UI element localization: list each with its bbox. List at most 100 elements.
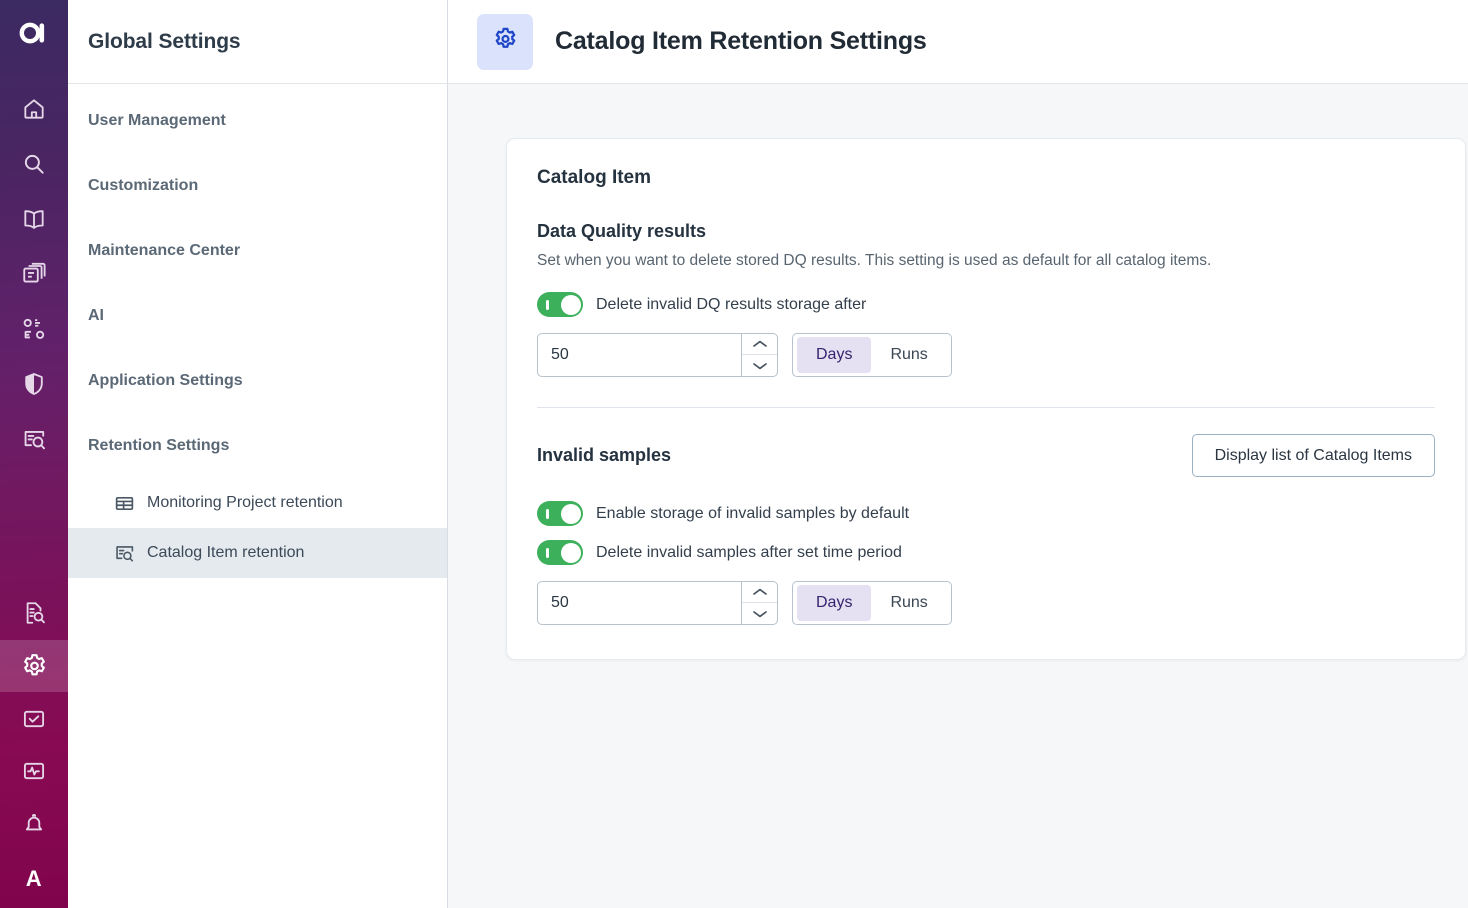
page-content: Catalog Item Data Quality results Set wh… — [448, 84, 1468, 908]
invalid-samples-header: Invalid samples Display list of Catalog … — [537, 434, 1435, 477]
checkbox-icon — [21, 706, 47, 732]
sidebar-item-maintenance-center[interactable]: Maintenance Center — [68, 218, 447, 283]
shield-icon — [21, 371, 47, 397]
toggle-knob — [561, 504, 581, 524]
toggle-on-bar — [546, 548, 549, 558]
sidebar-item-label: AI — [88, 307, 104, 325]
sidebar-item-monitoring-project-retention[interactable]: Monitoring Project retention — [68, 478, 447, 528]
gear-icon — [492, 26, 519, 58]
dq-delete-toggle-label: Delete invalid DQ results storage after — [596, 296, 866, 314]
invalid-samples-delete-toggle[interactable] — [537, 540, 583, 565]
eq-search-icon — [114, 543, 135, 564]
section-divider — [537, 407, 1435, 408]
sidebar-item-ai[interactable]: AI — [68, 283, 447, 348]
invalid-samples-section: Invalid samples Display list of Catalog … — [537, 434, 1435, 625]
sidebar-item-user-management[interactable]: User Management — [68, 88, 447, 153]
data-model-icon — [21, 316, 47, 342]
retention-settings-card: Catalog Item Data Quality results Set wh… — [506, 138, 1466, 660]
page-header: Catalog Item Retention Settings — [448, 0, 1468, 84]
sidebar-sub-item-label: Monitoring Project retention — [147, 494, 343, 512]
settings-sidebar: Global Settings User Management Customiz… — [68, 0, 448, 908]
rail-item-glossary[interactable] — [0, 191, 68, 246]
section-description-dq: Set when you want to delete stored DQ re… — [537, 252, 1435, 270]
invalid-samples-enable-toggle-row: Enable storage of invalid samples by def… — [537, 501, 1435, 526]
sidebar-item-label: Application Settings — [88, 372, 243, 390]
sidebar-item-customization[interactable]: Customization — [68, 153, 447, 218]
card-title: Catalog Item — [537, 167, 1435, 189]
dq-unit-option-runs[interactable]: Runs — [871, 337, 946, 373]
rail-item-security[interactable] — [0, 356, 68, 411]
sidebar-item-catalog-item-retention[interactable]: Catalog Item retention — [68, 528, 447, 578]
section-title-dq: Data Quality results — [537, 221, 1435, 242]
toggle-on-bar — [546, 509, 549, 519]
rail-icon-list — [0, 65, 68, 466]
table-icon — [114, 493, 135, 514]
main-area: Catalog Item Retention Settings Catalog … — [448, 0, 1468, 908]
dq-delete-toggle-row: Delete invalid DQ results storage after — [537, 292, 1435, 317]
invalid-samples-unit-option-days[interactable]: Days — [797, 585, 871, 621]
sidebar-item-retention-settings[interactable]: Retention Settings — [68, 413, 447, 478]
dq-unit-segmented-control: Days Runs — [792, 333, 952, 377]
sidebar-item-label: User Management — [88, 112, 226, 130]
dq-stepper-increment[interactable] — [742, 334, 777, 355]
document-search-icon — [21, 600, 47, 626]
app-root: A Global Settings User Management Custom… — [0, 0, 1468, 908]
book-icon — [21, 206, 47, 232]
ataccama-logo[interactable] — [0, 0, 68, 65]
sidebar-item-label: Customization — [88, 177, 198, 195]
primary-nav-rail: A — [0, 0, 68, 908]
dq-retention-input[interactable] — [538, 334, 741, 376]
dq-stepper-buttons — [741, 334, 777, 376]
gear-icon — [20, 652, 49, 681]
toggle-on-bar — [546, 300, 549, 310]
rail-item-search[interactable] — [0, 136, 68, 191]
settings-sidebar-list: User Management Customization Maintenanc… — [68, 84, 447, 578]
dq-delete-toggle[interactable] — [537, 292, 583, 317]
dq-retention-stepper[interactable] — [537, 333, 778, 377]
invalid-samples-unit-segmented-control: Days Runs — [792, 581, 952, 625]
display-list-of-catalog-items-button[interactable]: Display list of Catalog Items — [1192, 434, 1435, 477]
invalid-samples-stepper-decrement[interactable] — [742, 603, 777, 624]
dq-stepper-decrement[interactable] — [742, 355, 777, 376]
folders-icon — [21, 261, 47, 287]
invalid-samples-unit-option-runs[interactable]: Runs — [871, 585, 946, 621]
dq-unit-option-days[interactable]: Days — [797, 337, 871, 373]
invalid-samples-stepper-increment[interactable] — [742, 582, 777, 603]
eq-search-icon — [21, 426, 47, 452]
rail-item-home[interactable] — [0, 81, 68, 136]
settings-sidebar-title: Global Settings — [88, 30, 241, 54]
avatar[interactable]: A — [0, 851, 68, 908]
sidebar-item-label: Maintenance Center — [88, 242, 240, 260]
sidebar-item-application-settings[interactable]: Application Settings — [68, 348, 447, 413]
sidebar-item-label: Retention Settings — [88, 437, 229, 455]
invalid-samples-stepper-buttons — [741, 582, 777, 624]
invalid-samples-enable-toggle[interactable] — [537, 501, 583, 526]
rail-item-monitoring[interactable] — [0, 745, 68, 798]
rail-item-data-quality[interactable] — [0, 411, 68, 466]
page-title: Catalog Item Retention Settings — [555, 27, 927, 56]
rail-item-settings[interactable] — [0, 640, 68, 693]
data-quality-results-section: Data Quality results Set when you want t… — [537, 221, 1435, 377]
invalid-samples-delete-toggle-label: Delete invalid samples after set time pe… — [596, 544, 902, 562]
sidebar-sub-item-label: Catalog Item retention — [147, 544, 304, 562]
home-icon — [21, 96, 47, 122]
rail-item-notifications[interactable] — [0, 798, 68, 851]
invalid-samples-retention-input[interactable] — [538, 582, 741, 624]
page-header-icon-tile — [477, 14, 533, 70]
rail-item-reports[interactable] — [0, 587, 68, 640]
dq-retention-controls: Days Runs — [537, 333, 1435, 377]
toggle-knob — [561, 543, 581, 563]
rail-item-catalog[interactable] — [0, 246, 68, 301]
bell-icon — [21, 811, 47, 837]
rail-item-data-model[interactable] — [0, 301, 68, 356]
search-icon — [21, 151, 47, 177]
toggle-knob — [561, 295, 581, 315]
monitoring-icon — [21, 758, 47, 784]
settings-sidebar-header: Global Settings — [68, 0, 447, 84]
invalid-samples-retention-stepper[interactable] — [537, 581, 778, 625]
invalid-samples-delete-toggle-row: Delete invalid samples after set time pe… — [537, 540, 1435, 565]
invalid-samples-retention-controls: Days Runs — [537, 581, 1435, 625]
invalid-samples-enable-toggle-label: Enable storage of invalid samples by def… — [596, 505, 909, 523]
section-title-invalid-samples: Invalid samples — [537, 445, 671, 466]
rail-item-tasks[interactable] — [0, 692, 68, 745]
